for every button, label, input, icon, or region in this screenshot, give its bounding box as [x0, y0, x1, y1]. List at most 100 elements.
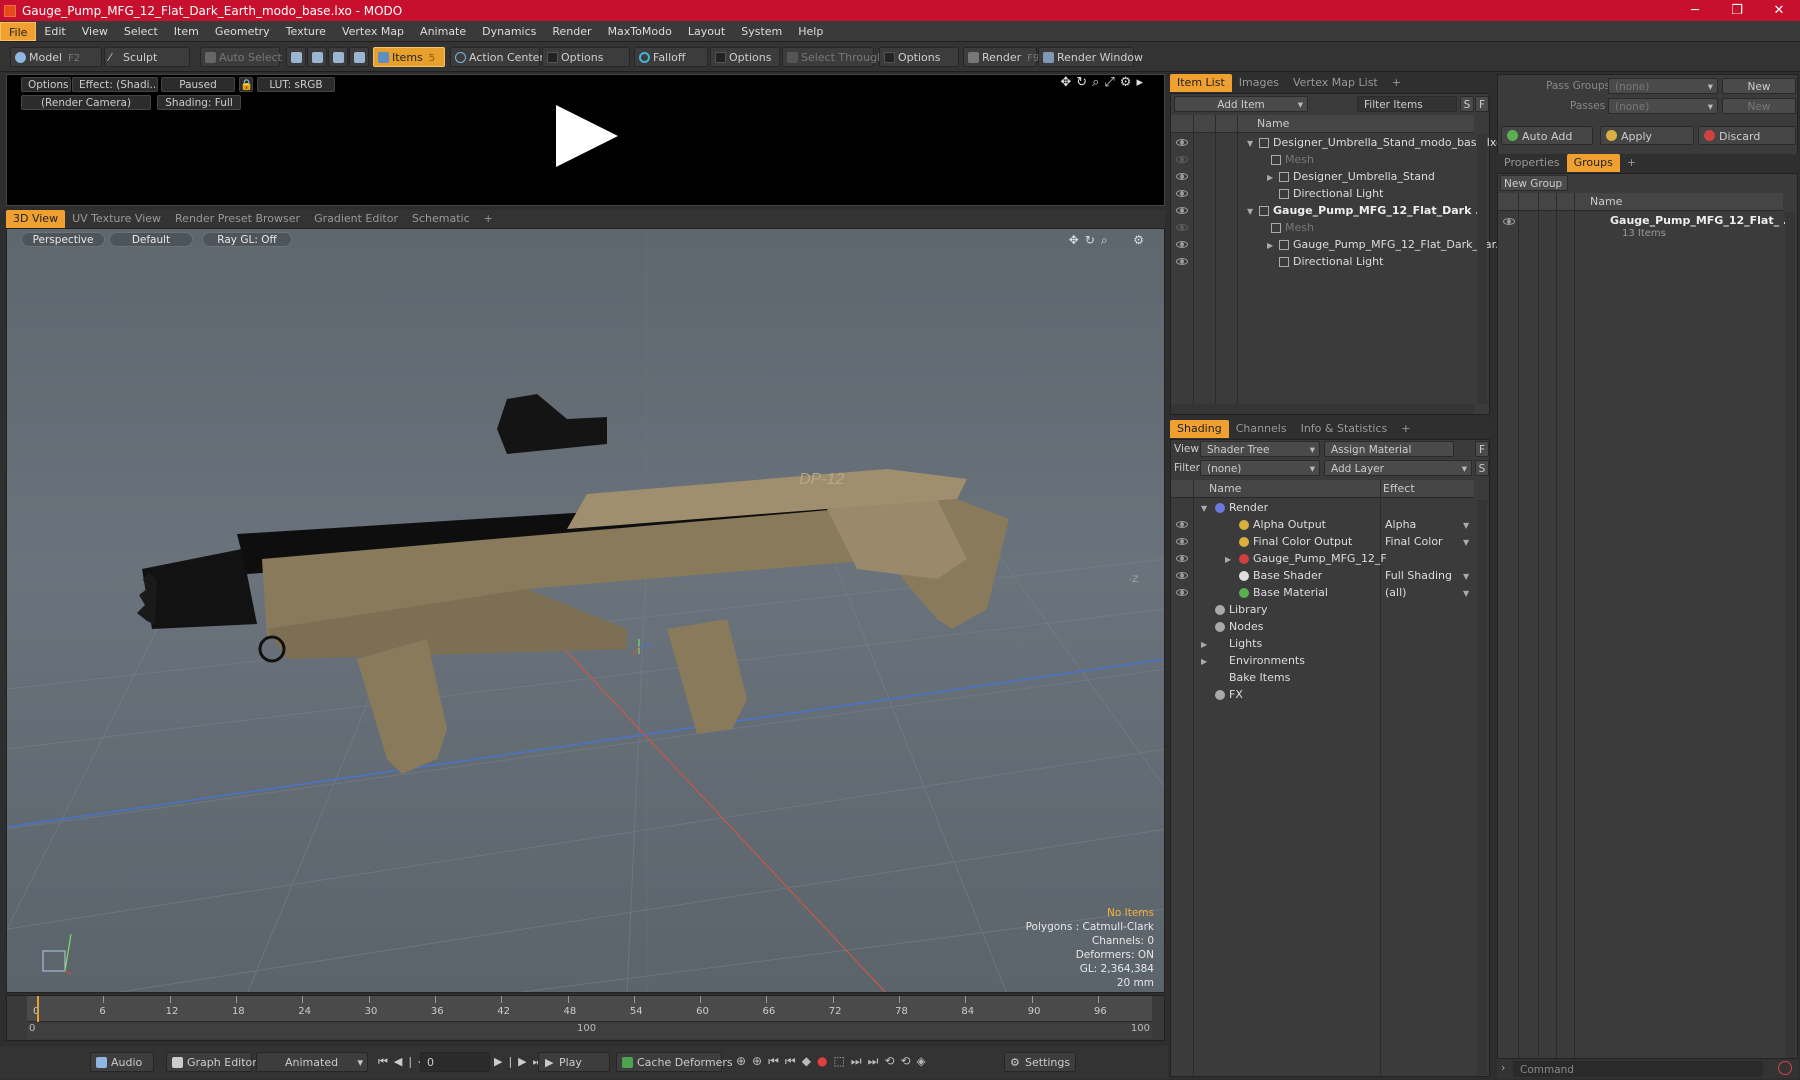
- action-center-options-button[interactable]: Options: [542, 47, 630, 67]
- menu-vertex-map[interactable]: Vertex Map: [334, 22, 412, 41]
- add-layer-dropdown[interactable]: Add Layer: [1324, 460, 1472, 477]
- menu-file[interactable]: File: [0, 21, 37, 41]
- name-column-header[interactable]: Name: [1257, 115, 1289, 133]
- frame-input[interactable]: 0: [420, 1052, 490, 1072]
- menu-texture[interactable]: Texture: [278, 22, 334, 41]
- expand-icon[interactable]: ▶: [1225, 555, 1231, 564]
- eye-icon[interactable]: [1176, 555, 1188, 562]
- command-input[interactable]: Command: [1513, 1061, 1763, 1077]
- item-list-row[interactable]: Directional Light: [1293, 253, 1383, 270]
- lut-dropdown[interactable]: LUT: sRGB: [257, 77, 335, 92]
- 3d-viewport[interactable]: DP-12 -Z Perspective Default Ray GL: Off…: [6, 228, 1165, 993]
- tab-shading[interactable]: Shading: [1170, 420, 1229, 438]
- item-list-row[interactable]: Mesh: [1285, 219, 1314, 236]
- shader-row-name[interactable]: Lights: [1229, 635, 1262, 652]
- itemlist-hscrollbar[interactable]: [1171, 404, 1474, 414]
- shader-row-name[interactable]: FX: [1229, 686, 1243, 703]
- shading-scrollbar[interactable]: [1477, 500, 1487, 1075]
- tab-gradient-editor[interactable]: Gradient Editor: [307, 210, 405, 228]
- add-tab-button[interactable]: +: [477, 210, 500, 228]
- raygl-dropdown[interactable]: Ray GL: Off: [202, 232, 292, 247]
- items-mode-button[interactable]: Items 5: [373, 47, 445, 67]
- select-options-button[interactable]: Options: [879, 47, 959, 67]
- menu-edit[interactable]: Edit: [36, 22, 73, 41]
- expand-icon[interactable]: ▶: [1201, 657, 1207, 666]
- vertices-mode-button[interactable]: [286, 47, 306, 67]
- item-list-row[interactable]: Gauge_Pump_MFG_12_Flat_Dark_Ear...: [1293, 236, 1506, 253]
- tab-schematic[interactable]: Schematic: [405, 210, 477, 228]
- s-toggle[interactable]: S: [1475, 460, 1489, 476]
- tab-vertex-map-list[interactable]: Vertex Map List: [1286, 74, 1385, 92]
- eye-icon[interactable]: [1176, 589, 1188, 596]
- s-toggle[interactable]: S: [1460, 96, 1474, 112]
- shader-row-name[interactable]: Alpha Output: [1253, 516, 1326, 533]
- tab-3d-view[interactable]: 3D View: [6, 210, 66, 228]
- eye-icon[interactable]: [1176, 258, 1188, 265]
- expand-icon[interactable]: ▶: [1201, 640, 1207, 649]
- tab-render-preset-browser[interactable]: Render Preset Browser: [168, 210, 307, 228]
- shader-row-name[interactable]: Gauge_Pump_MFG_12_Fla...: [1253, 550, 1386, 567]
- menu-layout[interactable]: Layout: [680, 22, 733, 41]
- add-tab-button[interactable]: +: [1394, 420, 1417, 438]
- shader-row-name[interactable]: Render: [1229, 499, 1268, 516]
- falloff-options-button[interactable]: Options: [710, 47, 780, 67]
- render-window-button[interactable]: Render Window: [1038, 47, 1143, 67]
- eye-icon[interactable]: [1176, 156, 1188, 163]
- shader-view-dropdown[interactable]: Shader Tree: [1200, 441, 1320, 458]
- eye-icon[interactable]: [1176, 241, 1188, 248]
- collapse-icon[interactable]: ▼: [1201, 504, 1207, 513]
- shader-filter-dropdown[interactable]: (none): [1200, 460, 1320, 477]
- menu-maxtomodo[interactable]: MaxToModo: [600, 22, 680, 41]
- lock-icon[interactable]: 🔒: [239, 77, 253, 92]
- menu-render[interactable]: Render: [544, 22, 599, 41]
- stop-icon[interactable]: [1778, 1061, 1792, 1075]
- collapse-icon[interactable]: ▼: [1247, 207, 1253, 216]
- preview-options-button[interactable]: Options: [21, 77, 71, 92]
- sculpt-mode-button[interactable]: ⁄ Sculpt: [104, 47, 190, 67]
- f-toggle[interactable]: F: [1475, 96, 1489, 112]
- shader-row-name[interactable]: Library: [1229, 601, 1267, 618]
- expand-icon[interactable]: ▶: [1267, 241, 1273, 250]
- cache-deformers-button[interactable]: Cache Deformers: [616, 1052, 733, 1072]
- play-button[interactable]: ▶ Play: [538, 1052, 610, 1072]
- menu-animate[interactable]: Animate: [412, 22, 474, 41]
- settings-button[interactable]: ⚙ Settings: [1004, 1052, 1076, 1072]
- shader-row-name[interactable]: Base Shader: [1253, 567, 1322, 584]
- preview-paused-button[interactable]: Paused: [161, 77, 235, 92]
- item-list-row[interactable]: Designer_Umbrella_Stand: [1293, 168, 1435, 185]
- filter-items-input[interactable]: Filter Items: [1357, 96, 1457, 112]
- animated-dropdown[interactable]: Animated ▾: [256, 1052, 368, 1072]
- menu-geometry[interactable]: Geometry: [207, 22, 278, 41]
- item-list-row[interactable]: Mesh: [1285, 151, 1314, 168]
- expand-icon[interactable]: ▶: [1267, 173, 1273, 182]
- shader-row-name[interactable]: Nodes: [1229, 618, 1263, 635]
- tab-info-statistics[interactable]: Info & Statistics: [1294, 420, 1395, 438]
- eye-icon[interactable]: [1176, 224, 1188, 231]
- polygons-mode-button[interactable]: [328, 47, 348, 67]
- viewport-nav-icons[interactable]: ✥↻⌕ ⚙: [1069, 233, 1150, 248]
- item-list-row[interactable]: Directional Light: [1293, 185, 1383, 202]
- maximize-button[interactable]: ❐: [1716, 3, 1758, 18]
- new-group-button[interactable]: New Group: [1500, 175, 1568, 191]
- eye-icon[interactable]: [1176, 190, 1188, 197]
- tab-channels[interactable]: Channels: [1229, 420, 1294, 438]
- passes-dropdown[interactable]: (none): [1608, 98, 1718, 115]
- item-list-row[interactable]: Gauge_Pump_MFG_12_Flat_Dark ...: [1273, 202, 1488, 219]
- shader-row-name[interactable]: Environments: [1229, 652, 1305, 669]
- menu-help[interactable]: Help: [790, 22, 831, 41]
- eye-icon[interactable]: [1176, 521, 1188, 528]
- render-camera-dropdown[interactable]: (Render Camera): [21, 95, 151, 110]
- chevron-down-icon[interactable]: ▼: [1463, 589, 1469, 598]
- playhead[interactable]: [37, 996, 39, 1022]
- eye-icon[interactable]: [1176, 538, 1188, 545]
- menu-system[interactable]: System: [733, 22, 790, 41]
- minimize-button[interactable]: ─: [1674, 3, 1716, 18]
- item-list-row[interactable]: Designer_Umbrella_Stand_modo_base.lxo: [1273, 134, 1503, 151]
- shader-row-effect[interactable]: Full Shading: [1385, 567, 1452, 584]
- action-center-button[interactable]: Action Center: [450, 47, 544, 67]
- name-column-header[interactable]: Name: [1209, 480, 1241, 498]
- new-pass-button[interactable]: New: [1722, 98, 1796, 114]
- timeline[interactable]: 0 6 12 18 24 30 36 42 48 54 60 66 72 78 84 90 96 0 100 1…: [6, 995, 1165, 1041]
- f-toggle[interactable]: F: [1475, 441, 1489, 457]
- materials-mode-button[interactable]: [349, 47, 369, 67]
